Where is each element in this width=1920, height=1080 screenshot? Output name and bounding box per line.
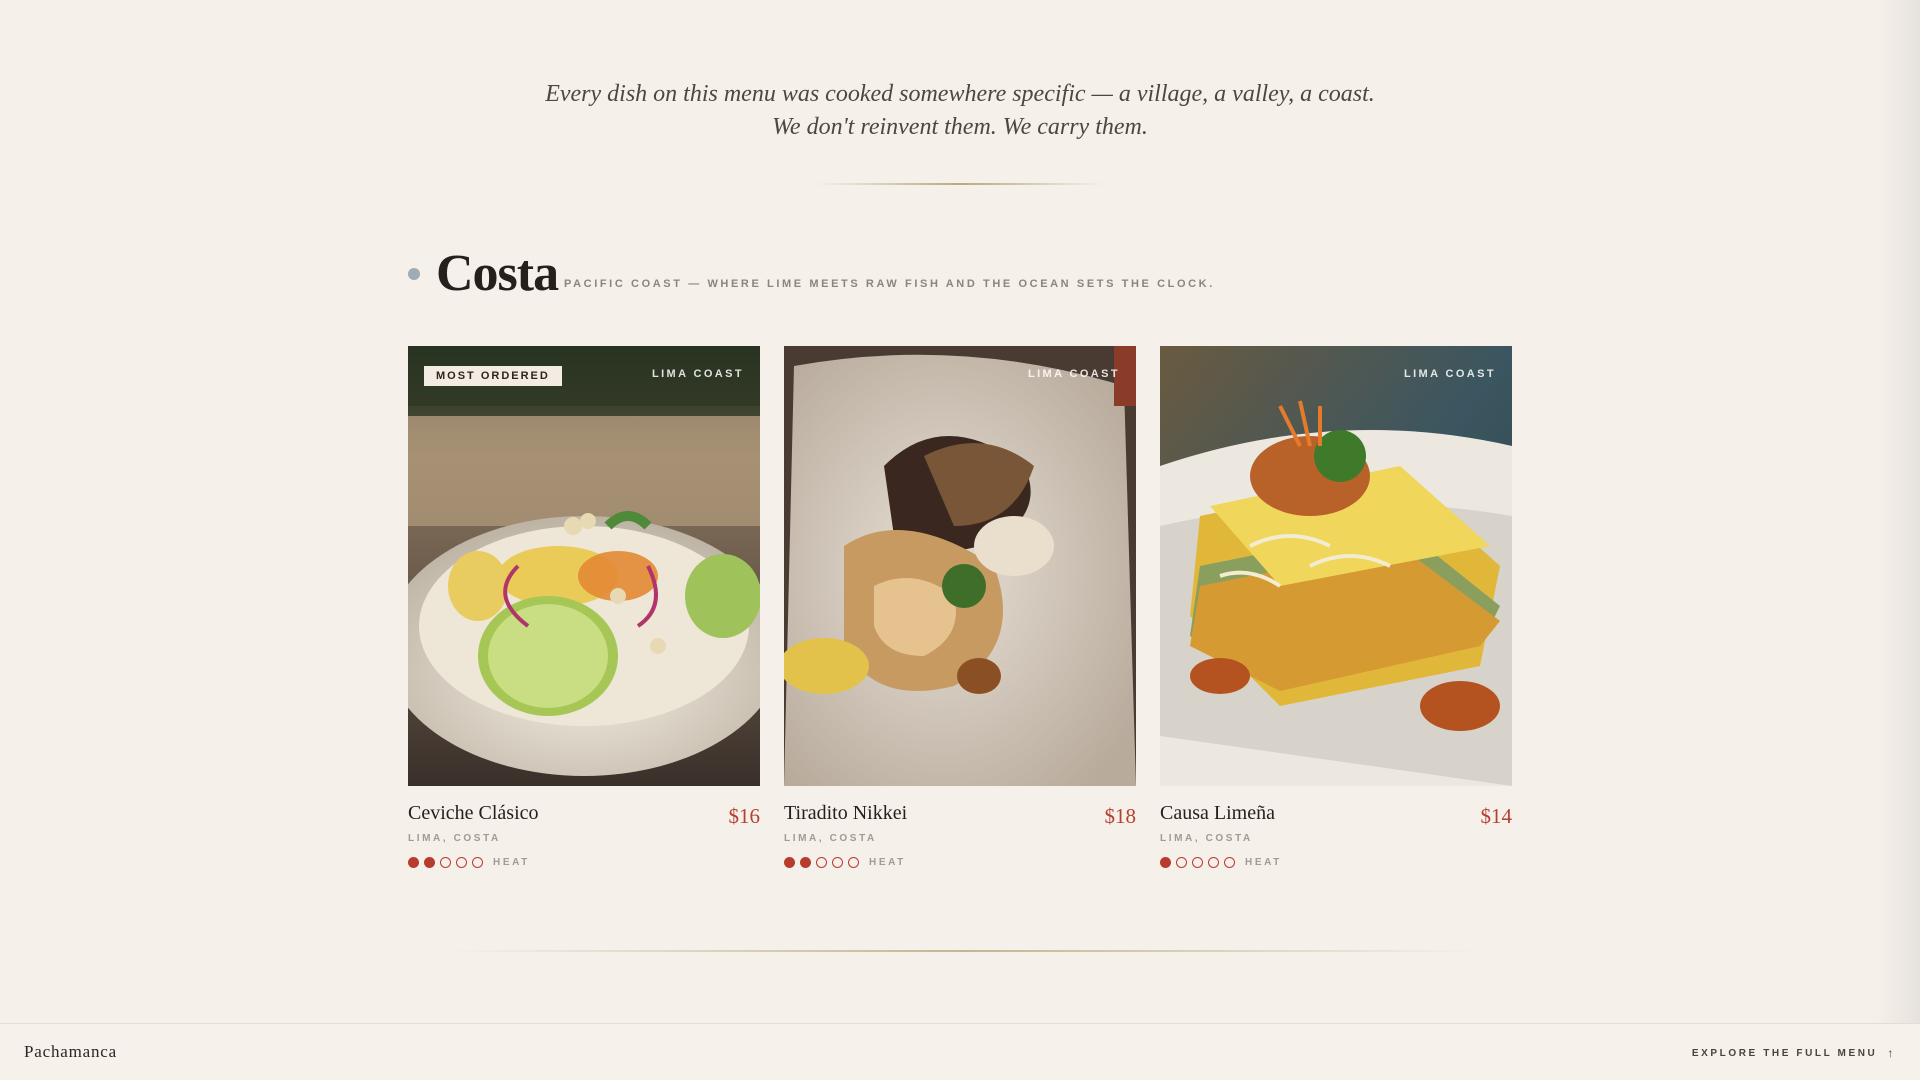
dish-card-ceviche[interactable]: MOST ORDERED LIMA COAST Ceviche Clásico … [408, 346, 760, 868]
dish-region: LIMA, COSTA [1160, 833, 1253, 844]
heat-dot-empty-icon [1176, 856, 1187, 868]
heat-dot-filled-icon [784, 856, 795, 868]
tiradito-image [784, 346, 1136, 786]
heat-meter: HEAT [1160, 855, 1282, 869]
heat-label: HEAT [493, 856, 530, 868]
heat-dot-filled-icon [1160, 856, 1171, 868]
arrow-up-icon: ↑ [1887, 1046, 1896, 1060]
heat-dot-empty-icon [440, 856, 451, 868]
explore-menu-label: EXPLORE THE FULL MENU [1691, 1047, 1878, 1059]
intro-quote: Every dish on this menu was cooked somew… [0, 78, 1920, 144]
dish-grid: MOST ORDERED LIMA COAST Ceviche Clásico … [408, 346, 1512, 876]
dish-name: Tiradito Nikkei [784, 802, 908, 824]
divider-top [815, 183, 1105, 185]
section-title: Costa [436, 245, 559, 302]
divider-bottom [450, 950, 1480, 952]
dish-region: LIMA, COSTA [408, 833, 501, 844]
dish-region: LIMA, COSTA [784, 833, 877, 844]
heat-dot-filled-icon [424, 856, 435, 868]
heat-dot-empty-icon [816, 856, 827, 868]
causa-image [1160, 346, 1512, 786]
dish-photo[interactable]: LIMA COAST [784, 346, 1136, 786]
heat-label: HEAT [1245, 856, 1282, 868]
dish-price: $16 [728, 804, 761, 828]
explore-menu-link[interactable]: EXPLORE THE FULL MENU ↑ [1692, 1046, 1896, 1060]
heat-dot-empty-icon [848, 856, 859, 868]
dish-name: Causa Limeña [1160, 802, 1275, 824]
intro-line-1: Every dish on this menu was cooked somew… [545, 81, 1375, 107]
dish-photo[interactable]: LIMA COAST [1160, 346, 1512, 786]
heat-label: HEAT [869, 856, 906, 868]
origin-tag: LIMA COAST [1403, 368, 1496, 380]
heat-meter: HEAT [784, 855, 906, 869]
scrollbar-gutter [1876, 0, 1920, 1080]
brand-name[interactable]: Pachamanca [24, 1042, 117, 1062]
ceviche-image [408, 346, 760, 786]
heat-dot-empty-icon [1224, 856, 1235, 868]
heat-dot-empty-icon [472, 856, 483, 868]
heat-dot-filled-icon [800, 856, 811, 868]
section-subtitle: PACIFIC COAST — WHERE LIME MEETS RAW FIS… [564, 278, 1215, 290]
dish-photo[interactable]: MOST ORDERED LIMA COAST [408, 346, 760, 786]
heat-dot-empty-icon [1192, 856, 1203, 868]
heat-dot-filled-icon [408, 856, 419, 868]
section-header: Costa PACIFIC COAST — WHERE LIME MEETS R… [408, 244, 1508, 304]
origin-tag: LIMA COAST [651, 368, 744, 380]
heat-dot-empty-icon [832, 856, 843, 868]
menu-page: Every dish on this menu was cooked somew… [0, 0, 1920, 1080]
dish-card-tiradito[interactable]: LIMA COAST Tiradito Nikkei $18 LIMA, COS… [784, 346, 1136, 868]
heat-meter: HEAT [408, 855, 530, 869]
heat-dot-empty-icon [1208, 856, 1219, 868]
dish-price: $14 [1480, 804, 1513, 828]
origin-tag: LIMA COAST [1027, 368, 1120, 380]
dish-price: $18 [1104, 804, 1137, 828]
most-ordered-badge: MOST ORDERED [424, 366, 562, 386]
intro-line-2: We don't reinvent them. We carry them. [772, 114, 1148, 140]
dish-card-causa[interactable]: LIMA COAST Causa Limeña $14 LIMA, COSTA … [1160, 346, 1512, 868]
heat-dot-empty-icon [456, 856, 467, 868]
dish-name: Ceviche Clásico [408, 802, 539, 824]
section-dot-icon [408, 268, 420, 280]
sticky-footer-bar: Pachamanca EXPLORE THE FULL MENU ↑ [0, 1023, 1920, 1080]
